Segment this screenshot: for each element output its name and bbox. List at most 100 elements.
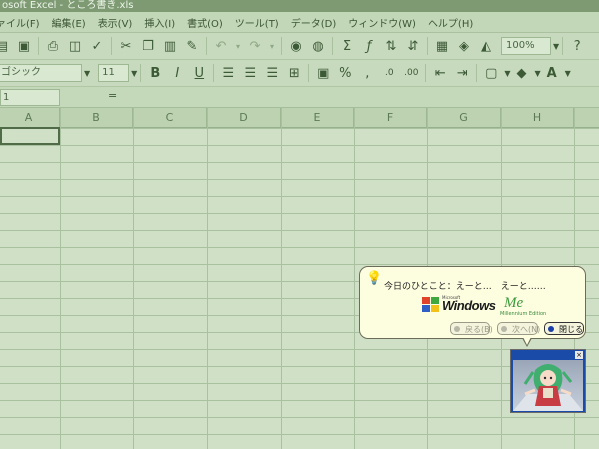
back-button[interactable]: 戻る(B) [450, 322, 493, 335]
toolbar-divider [427, 37, 428, 55]
windows-flag-icon [422, 297, 440, 313]
radio-dot-icon [454, 326, 460, 332]
formula-bar: 1 = [0, 87, 599, 108]
next-button[interactable]: 次へ(N) [497, 322, 541, 335]
borders-dropdown-icon[interactable]: ▼ [504, 69, 510, 78]
paste-icon[interactable]: ▥ [160, 36, 180, 56]
grid-column-line [133, 108, 134, 449]
font-size-select[interactable]: 11 [98, 64, 130, 82]
column-header-a[interactable]: A [0, 108, 60, 127]
next-button-label: 次へ(N) [512, 325, 541, 334]
decrease-indent-icon[interactable]: ⇤ [430, 63, 450, 83]
function-icon[interactable]: ƒ [359, 36, 379, 56]
column-header-g[interactable]: G [427, 108, 501, 127]
logo-me-text: Me [504, 295, 524, 311]
menu-format[interactable]: 書式(O) [181, 15, 229, 30]
fill-color-dropdown-icon[interactable]: ▼ [534, 69, 540, 78]
active-cell[interactable] [0, 127, 60, 145]
close-button[interactable]: 閉じる [544, 322, 584, 335]
cut-icon[interactable]: ✂ [116, 36, 136, 56]
equals-icon[interactable]: = [108, 89, 117, 102]
toolbar-divider [111, 37, 112, 55]
zoom-select[interactable]: 100% [501, 37, 551, 55]
merge-center-icon[interactable]: ⊞ [284, 63, 304, 83]
grid-column-line [281, 108, 282, 449]
column-header-c[interactable]: C [133, 108, 207, 127]
back-button-label: 戻る(B) [465, 325, 493, 334]
menu-view[interactable]: 表示(V) [92, 15, 139, 30]
font-name-dropdown-icon[interactable]: ▼ [84, 69, 90, 78]
redo-dropdown-icon[interactable]: ▾ [267, 36, 277, 56]
copy-icon[interactable]: ❐ [138, 36, 158, 56]
close-button-label: 閉じる [559, 325, 583, 334]
menu-file[interactable]: ァイル(F) [0, 15, 46, 30]
standard-toolbar: ▤ ▣ ⎙ ◫ ✓ ✂ ❐ ▥ ✎ ↶ ▾ ↷ ▾ ◉ ◍ Σ ƒ ⇅ ⇵ ▦ … [0, 33, 599, 60]
grid-column-line [207, 108, 208, 449]
borders-icon[interactable]: ▢ [481, 63, 501, 83]
menu-help[interactable]: ヘルプ(H) [422, 15, 479, 30]
hyperlink-icon[interactable]: ◉ [286, 36, 306, 56]
menu-window[interactable]: ウィンドウ(W) [342, 15, 422, 30]
column-header-e[interactable]: E [281, 108, 354, 127]
font-color-icon[interactable]: A [542, 63, 562, 83]
redo-icon[interactable]: ↷ [245, 36, 265, 56]
align-center-icon[interactable]: ☰ [240, 63, 260, 83]
font-color-dropdown-icon[interactable]: ▼ [565, 69, 571, 78]
menu-bar: ァイル(F) 編集(E) 表示(V) 挿入(I) 書式(O) ツール(T) デー… [0, 12, 599, 33]
print-preview-icon[interactable]: ◫ [65, 36, 85, 56]
office-assistant-window[interactable]: × [510, 349, 586, 413]
assistant-character-image[interactable] [513, 360, 583, 411]
sort-descending-icon[interactable]: ⇵ [403, 36, 423, 56]
undo-icon[interactable]: ↶ [211, 36, 231, 56]
undo-dropdown-icon[interactable]: ▾ [233, 36, 243, 56]
drawing-icon[interactable]: ◭ [476, 36, 496, 56]
spellcheck-icon[interactable]: ✓ [87, 36, 107, 56]
font-name-select[interactable]: ゴシック [0, 64, 82, 82]
toolbar-divider [213, 64, 215, 82]
menu-tools[interactable]: ツール(T) [229, 15, 285, 30]
increase-decimal-icon[interactable]: .0 [379, 63, 399, 83]
chart-wizard-icon[interactable]: ▦ [432, 36, 452, 56]
column-header-h[interactable]: H [501, 108, 574, 127]
autosum-icon[interactable]: Σ [337, 36, 357, 56]
toolbar-divider [281, 37, 282, 55]
column-header-d[interactable]: D [207, 108, 281, 127]
menu-data[interactable]: データ(D) [285, 15, 343, 30]
help-icon[interactable]: ? [567, 36, 587, 56]
sort-ascending-icon[interactable]: ⇅ [381, 36, 401, 56]
decrease-decimal-icon[interactable]: .00 [401, 63, 421, 83]
italic-icon[interactable]: I [167, 63, 187, 83]
formatting-toolbar: ゴシック ▼ 11 ▼ B I U ☰ ☰ ☰ ⊞ ▣ % , .0 .00 ⇤… [0, 60, 599, 87]
open-icon[interactable]: ▤ [0, 36, 12, 56]
underline-icon[interactable]: U [189, 63, 209, 83]
fill-color-icon[interactable]: ◆ [511, 63, 531, 83]
column-headers: A B C D E F G H [0, 108, 599, 128]
close-icon[interactable]: × [575, 351, 583, 359]
column-header-b[interactable]: B [60, 108, 133, 127]
font-size-dropdown-icon[interactable]: ▼ [131, 69, 137, 78]
grid-column-line [60, 108, 61, 449]
toolbar-divider [140, 64, 142, 82]
menu-insert[interactable]: 挿入(I) [138, 15, 181, 30]
increase-indent-icon[interactable]: ⇥ [452, 63, 472, 83]
name-box[interactable]: 1 [0, 89, 60, 106]
zoom-dropdown-icon[interactable]: ▼ [553, 42, 559, 51]
toolbar-divider [476, 64, 478, 82]
bold-icon[interactable]: B [145, 63, 165, 83]
print-icon[interactable]: ⎙ [43, 36, 63, 56]
format-painter-icon[interactable]: ✎ [182, 36, 202, 56]
align-right-icon[interactable]: ☰ [262, 63, 282, 83]
comma-style-icon[interactable]: , [357, 63, 377, 83]
percent-icon[interactable]: % [335, 63, 355, 83]
align-left-icon[interactable]: ☰ [218, 63, 238, 83]
currency-icon[interactable]: ▣ [313, 63, 333, 83]
toolbar-divider [562, 37, 564, 55]
column-header-f[interactable]: F [354, 108, 427, 127]
save-icon[interactable]: ▣ [14, 36, 34, 56]
grid-column-line [354, 108, 355, 449]
map-icon[interactable]: ◈ [454, 36, 474, 56]
menu-edit[interactable]: 編集(E) [46, 15, 92, 30]
window-title: osoft Excel - ところ書き.xls [0, 0, 599, 12]
web-toolbar-icon[interactable]: ◍ [308, 36, 328, 56]
balloon-tail-inner [523, 337, 531, 345]
